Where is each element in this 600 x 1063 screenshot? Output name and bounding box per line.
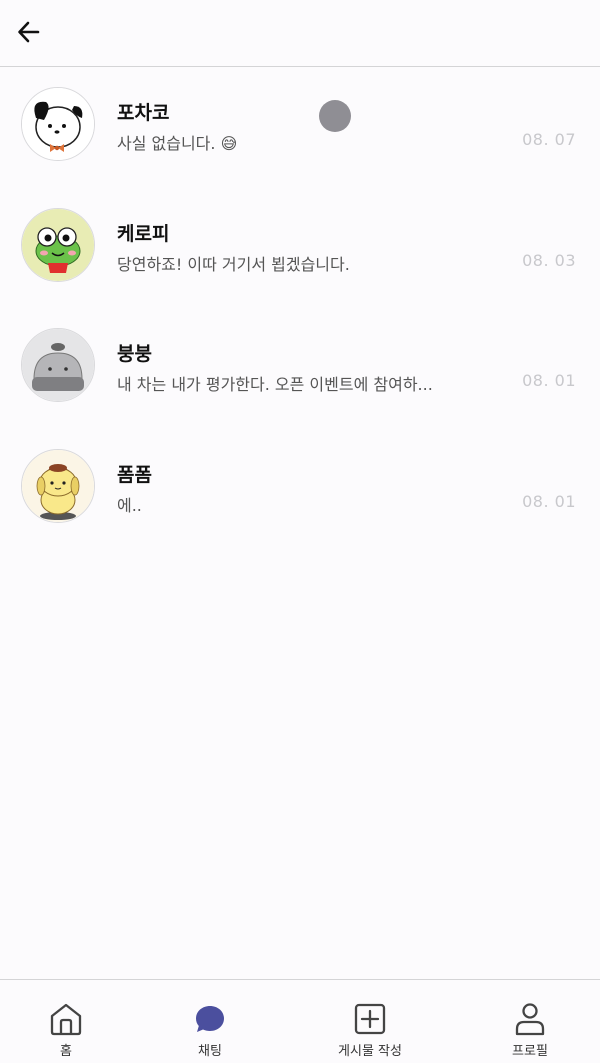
- chat-date: 08. 03: [522, 250, 576, 270]
- chat-list-item[interactable]: 포차코 사실 없습니다. 😅 08. 07: [0, 68, 600, 189]
- arrow-left-icon: [18, 21, 40, 43]
- chat-date: 08. 01: [522, 371, 576, 390]
- chat-list-item[interactable]: 폼폼 에.. 08. 01: [0, 430, 600, 551]
- tab-profile-label: 프로필: [512, 1044, 548, 1059]
- bungbung-avatar: [21, 328, 95, 402]
- plus-square-icon: [354, 1003, 386, 1035]
- chat-name: 케로피: [117, 222, 170, 245]
- pompom-avatar: [21, 448, 95, 523]
- bottom-tab-bar: 홈 채팅 게시물 작성 프로필: [0, 979, 600, 1063]
- chat-list: 포차코 사실 없습니다. 😅 08. 07 케로피 당연하죠! 이따 거기서 뵙…: [0, 68, 600, 550]
- tab-create-post-label: 게시물 작성: [338, 1044, 402, 1059]
- chat-name: 붕붕: [117, 343, 152, 365]
- chat-date: 08. 07: [522, 130, 576, 149]
- chat-list-item[interactable]: 케로피 당연하죠! 이따 거기서 뵙겠습니다. 08. 03: [0, 189, 600, 310]
- tab-create-post[interactable]: 게시물 작성: [320, 980, 420, 1062]
- tab-chat-label: 채팅: [198, 1044, 222, 1059]
- tab-chat[interactable]: 채팅: [170, 980, 250, 1062]
- top-bar: [0, 0, 600, 67]
- chat-list-item[interactable]: 붕붕 내 차는 내가 평가한다. 오픈 이벤트에 참여하... 08. 01: [0, 309, 600, 430]
- chat-name: 포차코: [117, 102, 170, 124]
- chat-name: 폼폼: [117, 463, 152, 486]
- tab-home-label: 홈: [60, 1044, 72, 1059]
- keroppi-avatar: [21, 207, 95, 282]
- chat-last-message: 내 차는 내가 평가한다. 오픈 이벤트에 참여하...: [117, 375, 433, 394]
- chat-last-message: 사실 없습니다. 😅: [117, 134, 238, 153]
- back-button[interactable]: [10, 13, 48, 51]
- chat-last-message: 당연하죠! 이따 거기서 뵙겠습니다.: [117, 254, 350, 274]
- tab-home[interactable]: 홈: [26, 980, 106, 1062]
- pochacco-avatar: [21, 87, 95, 161]
- chat-date: 08. 01: [522, 491, 576, 511]
- touch-indicator: [319, 100, 351, 132]
- chat-last-message: 에..: [117, 495, 142, 515]
- user-icon: [515, 1003, 545, 1036]
- home-icon: [50, 1003, 82, 1036]
- chat-bubble-icon: [196, 1006, 224, 1032]
- tab-profile[interactable]: 프로필: [490, 980, 570, 1062]
